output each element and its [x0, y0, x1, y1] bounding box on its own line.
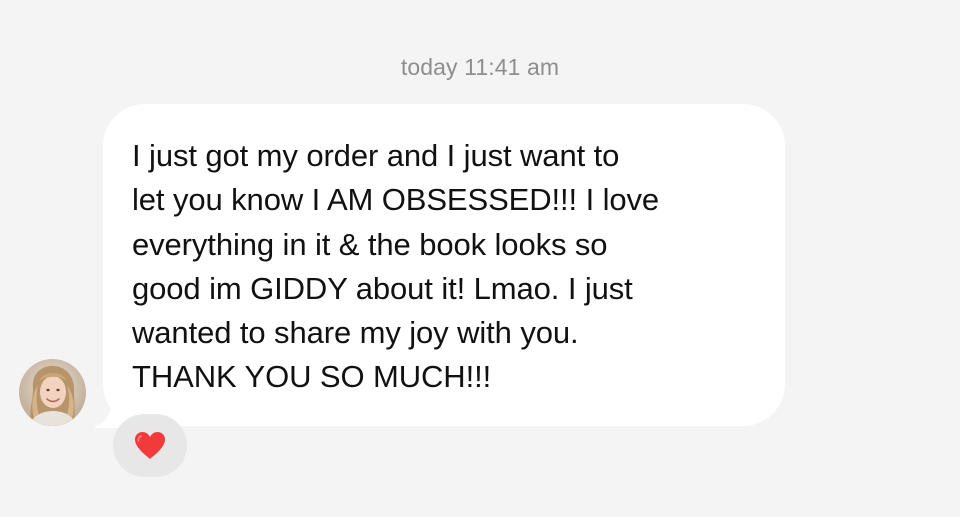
sender-avatar[interactable]: [19, 359, 86, 426]
reaction-pill[interactable]: [113, 414, 187, 477]
message-text: I just got my order and I just want to l…: [132, 138, 660, 395]
message-bubble[interactable]: I just got my order and I just want to l…: [103, 104, 785, 426]
message-timestamp: today 11:41 am: [400, 54, 560, 80]
profile-photo-icon: [19, 359, 86, 426]
red-heart-icon: [135, 432, 165, 459]
